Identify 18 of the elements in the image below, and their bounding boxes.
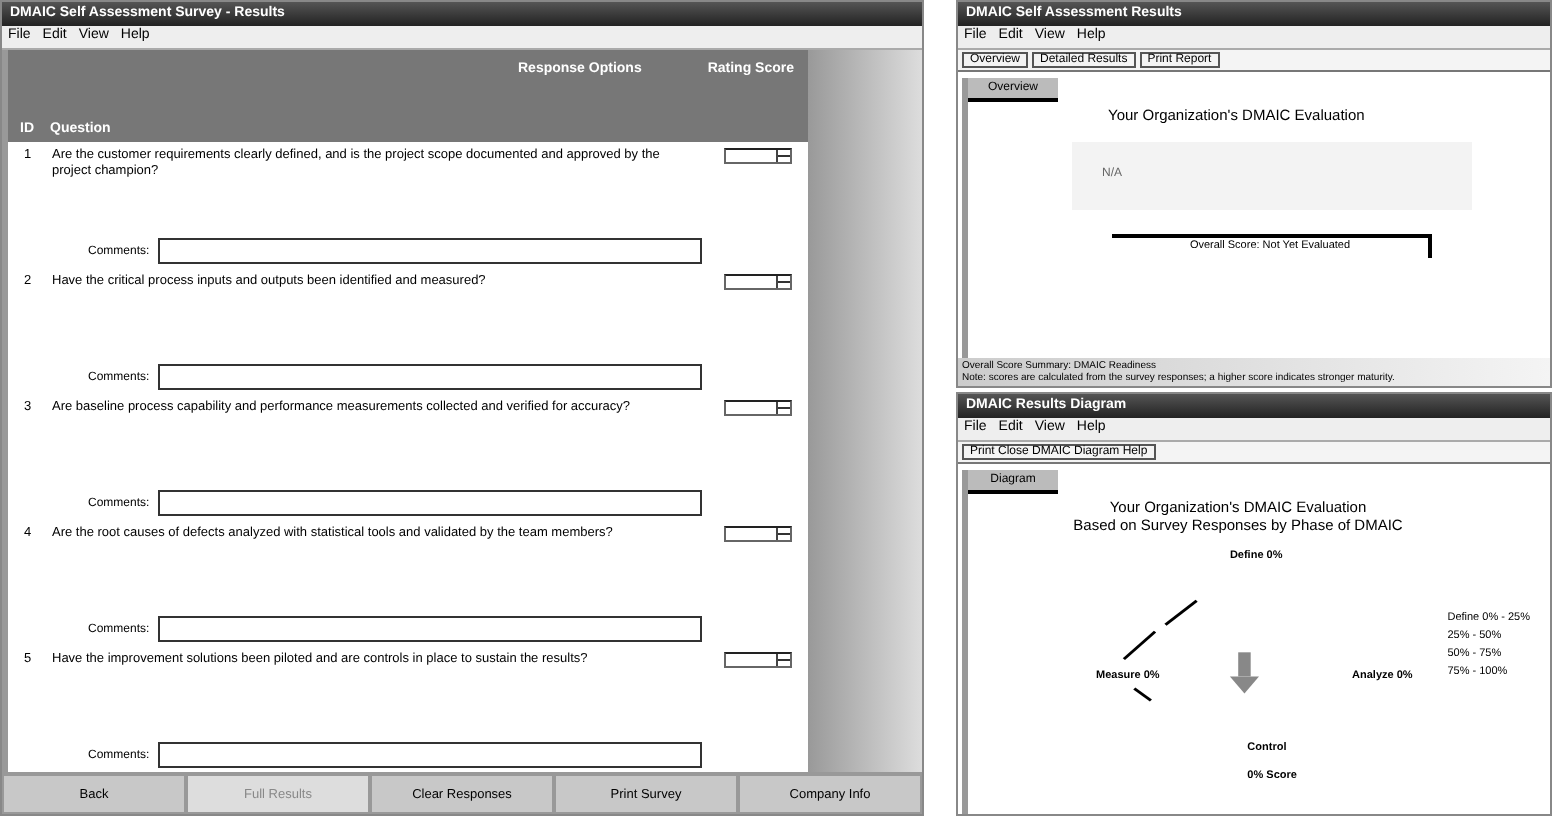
rating-dropdown[interactable] [724, 652, 792, 668]
down-arrow-icon [1229, 652, 1259, 694]
connector-line [1122, 599, 1198, 661]
connector-line [1133, 687, 1152, 702]
caret-icon [776, 402, 790, 414]
caret-icon [776, 150, 790, 162]
comment-field[interactable] [157, 238, 702, 264]
caret-icon [776, 276, 790, 288]
rating-dropdown[interactable] [724, 148, 792, 164]
rating-dropdown[interactable] [724, 274, 792, 290]
comment-field[interactable] [157, 742, 702, 768]
comment-field[interactable] [157, 616, 702, 642]
caret-icon [776, 654, 790, 666]
rating-dropdown[interactable] [724, 526, 792, 542]
comment-field[interactable] [157, 490, 702, 516]
rating-dropdown[interactable] [724, 400, 792, 416]
caret-icon [776, 528, 790, 540]
comment-field[interactable] [157, 364, 702, 390]
